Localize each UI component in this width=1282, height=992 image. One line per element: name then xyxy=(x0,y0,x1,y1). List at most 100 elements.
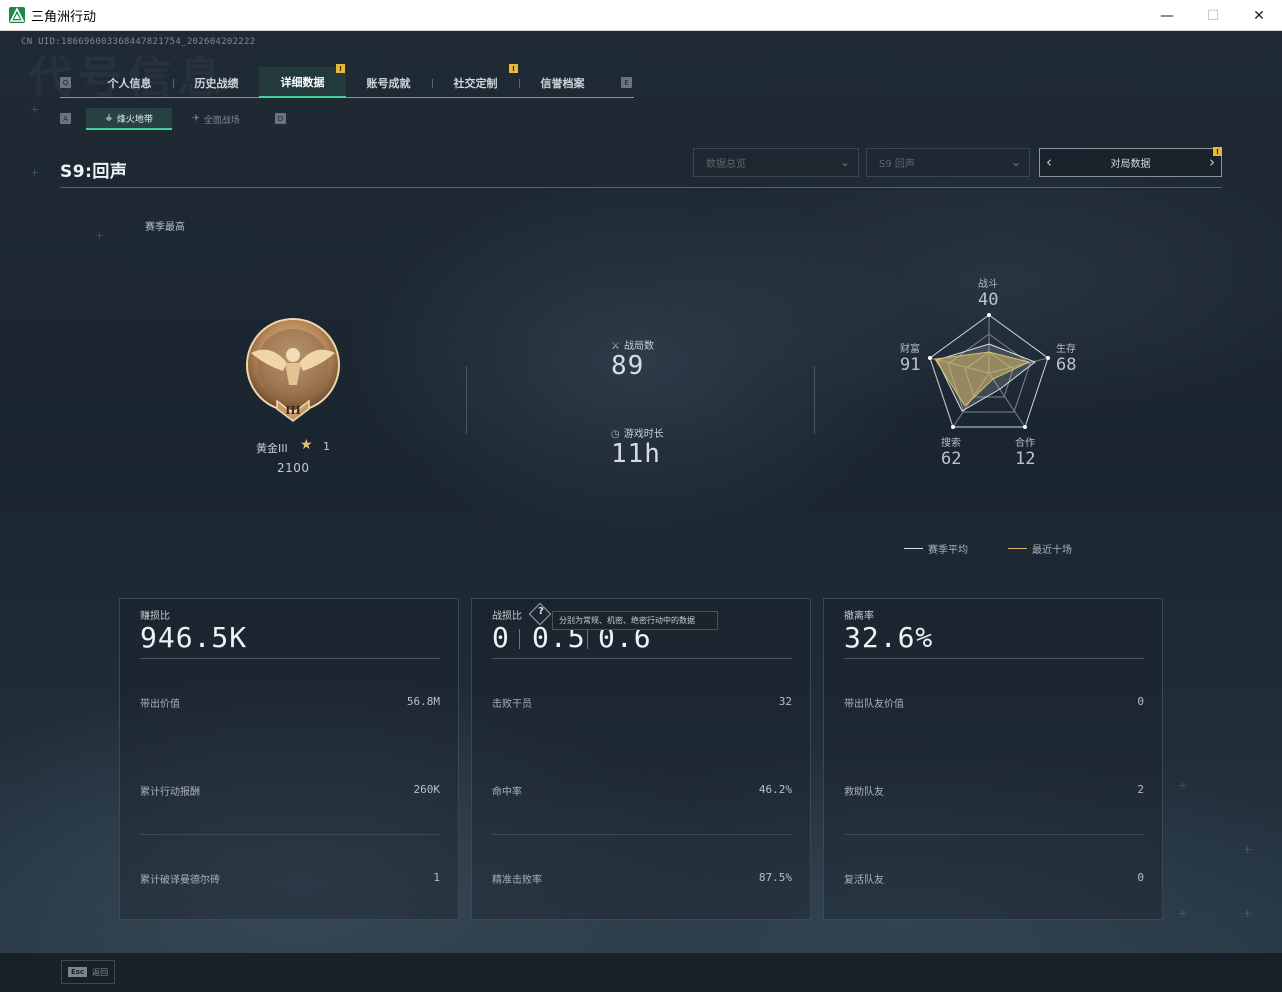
deco-plus-icon: + xyxy=(1178,907,1188,920)
card-row: 命中率 46.2% xyxy=(492,783,792,798)
match-data-label: 对局数据 xyxy=(1110,159,1151,170)
header-divider xyxy=(60,187,1222,188)
hazard-zone-icon: ⚶ xyxy=(105,113,113,123)
row-label: 命中率 xyxy=(492,787,522,798)
card-row: 精准击败率 87.5% xyxy=(492,871,792,886)
card-title: 战损比 xyxy=(492,611,522,622)
row-label: 带出价值 xyxy=(140,699,180,710)
player-uid: CN UID:18669600336844782​1754_2026042022… xyxy=(21,37,256,47)
card-title: 撤离率 xyxy=(844,611,874,622)
window-titlebar: 三角洲行动 — ☐ ✕ xyxy=(0,0,1282,31)
close-button[interactable]: ✕ xyxy=(1236,0,1282,31)
subtab-full-battlefield[interactable]: ✈ 全面战场 xyxy=(173,108,259,130)
ratio-divider xyxy=(519,629,520,649)
playtime-value: 11h xyxy=(611,439,661,469)
maximize-button[interactable]: ☐ xyxy=(1190,0,1236,31)
back-label: 返回 xyxy=(92,967,109,977)
chevron-down-icon: ⌄ xyxy=(1010,155,1021,169)
mode-subtab-bar: A ⚶ 烽火地带 ✈ 全面战场 D xyxy=(60,108,300,130)
season-dropdown[interactable]: S9 回声 ⌄ xyxy=(866,148,1030,177)
deco-plus-icon: + xyxy=(30,166,40,179)
row-label: 精准击败率 xyxy=(492,875,542,886)
match-data-switcher[interactable]: ‹ 对局数据 › xyxy=(1039,148,1222,177)
row-label: 救助队友 xyxy=(844,787,884,798)
battlefield-icon: ✈ xyxy=(192,114,200,124)
card-row: 累计破译曼德尔砖 1 xyxy=(140,871,440,886)
section-divider xyxy=(814,366,815,434)
data-overview-dropdown[interactable]: 数据总览 ⌄ xyxy=(693,148,859,177)
radar-axis-value-wealth: 91 xyxy=(900,355,921,375)
season-title: S9:回声 xyxy=(60,162,128,182)
row-value: 87.5% xyxy=(758,871,792,884)
season-high-label: 赛季最高 xyxy=(145,222,185,233)
rank-star-count: 1 xyxy=(323,440,330,453)
esc-key-hint: Esc xyxy=(68,967,88,977)
row-value: 0 xyxy=(1137,871,1144,884)
rank-medal-icon: III xyxy=(246,318,340,422)
matches-value: 89 xyxy=(611,351,645,381)
legend-label: 赛季平均 xyxy=(928,545,968,556)
radar-axis-value-cooperation: 12 xyxy=(1015,449,1036,469)
tab-achievements[interactable]: 账号成就 xyxy=(345,67,432,98)
section-divider xyxy=(466,366,467,434)
rank-name: 黄金III xyxy=(256,442,288,455)
row-value: 1 xyxy=(433,871,440,884)
tab-social-custom[interactable]: 社交定制 xyxy=(432,67,519,98)
subtab-next-key-hint[interactable]: D xyxy=(275,113,286,124)
match-data-badge: ! xyxy=(1213,147,1222,156)
tab-detailed-data[interactable]: 详细数据 xyxy=(259,67,346,98)
card-row: 累计行动报酬 260K xyxy=(140,783,440,798)
subtab-label: 全面战场 xyxy=(203,115,240,126)
row-label: 带出队友价值 xyxy=(844,699,904,710)
back-button[interactable]: Esc 返回 xyxy=(61,960,115,984)
profit-loss-card: 赚损比 946.5K 带出价值 56.8M 累计行动报酬 260K 累计破译曼德… xyxy=(119,598,459,920)
radar-axis-label-wealth: 财富 xyxy=(900,344,920,355)
row-value: 32 xyxy=(778,695,792,708)
card-title: 赚损比 xyxy=(140,611,170,622)
radar-axis-label-survival: 生存 xyxy=(1056,344,1076,355)
minimize-button[interactable]: — xyxy=(1144,0,1190,31)
dropdown-value: 数据总览 xyxy=(706,159,746,170)
radar-axis-label-search: 搜索 xyxy=(941,438,961,449)
matches-label: ⚔ 战局数 xyxy=(611,337,654,352)
radar-vertex xyxy=(951,425,955,429)
bottom-bar xyxy=(0,953,1282,992)
deco-plus-icon: + xyxy=(1243,907,1253,920)
tab-history[interactable]: 历史战绩 xyxy=(173,67,260,98)
card-row: 带出价值 56.8M xyxy=(140,695,440,710)
deco-plus-icon: + xyxy=(30,103,40,116)
radar-vertex xyxy=(987,313,991,317)
subtab-prev-key-hint[interactable]: A xyxy=(60,113,71,124)
row-label: 复活队友 xyxy=(844,875,884,886)
card-divider xyxy=(140,834,440,835)
deco-plus-icon: + xyxy=(1243,843,1253,856)
card-divider xyxy=(492,658,792,659)
playtime-label: ◷ 游戏时长 xyxy=(611,425,664,440)
radar-axis-label-combat: 战斗 xyxy=(978,279,998,290)
row-value: 0 xyxy=(1137,695,1144,708)
tab-prev-key-hint[interactable]: Q xyxy=(60,77,71,88)
window-title: 三角洲行动 xyxy=(31,9,97,25)
card-row: 带出队友价值 0 xyxy=(844,695,1144,710)
radar-vertex xyxy=(1023,425,1027,429)
tab-credit-record[interactable]: 信誉档案 xyxy=(519,67,606,98)
row-value: 2 xyxy=(1137,783,1144,796)
star-icon: ★ xyxy=(300,437,313,453)
game-viewport: 代号信息 CN UID:18669600336844782​1754_20260… xyxy=(0,31,1282,992)
tab-personal-info[interactable]: 个人信息 xyxy=(86,67,173,98)
chevron-down-icon: ⌄ xyxy=(839,155,850,169)
subtab-hazard-zone[interactable]: ⚶ 烽火地带 xyxy=(86,108,172,130)
card-row: 复活队友 0 xyxy=(844,871,1144,886)
legend-label: 最近十场 xyxy=(1032,545,1072,556)
legend-swatch xyxy=(904,548,923,549)
chevron-left-icon[interactable]: ‹ xyxy=(1046,153,1052,171)
tab-next-key-hint[interactable]: E xyxy=(621,77,632,88)
card-row: 救助队友 2 xyxy=(844,783,1144,798)
card-divider xyxy=(844,834,1144,835)
legend-season-average: 赛季平均 xyxy=(904,541,968,556)
tab-detailed-data-badge: ! xyxy=(336,64,345,73)
app-logo-icon xyxy=(9,7,25,23)
radar-axis-label-cooperation: 合作 xyxy=(1015,438,1035,449)
card-divider xyxy=(844,658,1144,659)
card-main-value: 946.5K xyxy=(140,621,248,654)
